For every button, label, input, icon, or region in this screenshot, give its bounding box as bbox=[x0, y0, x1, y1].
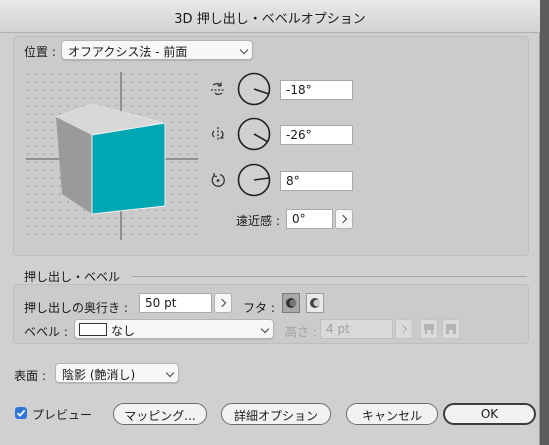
position-preset-select[interactable]: オフアクシス法 - 前面 bbox=[61, 40, 253, 60]
rotation-x-field[interactable]: -18° bbox=[280, 80, 353, 100]
rotation-y-field[interactable]: -26° bbox=[280, 125, 353, 145]
track-cube-preview[interactable] bbox=[26, 72, 198, 240]
cap-off-icon bbox=[310, 298, 321, 308]
bevel-swatch bbox=[79, 323, 107, 336]
section-divider bbox=[132, 276, 527, 277]
preview-checkbox[interactable] bbox=[15, 407, 27, 419]
rotate-x-axis-icon bbox=[211, 82, 225, 96]
perspective-field[interactable]: 0° bbox=[286, 209, 333, 229]
bevel-in-icon bbox=[424, 324, 434, 334]
rotate-z-axis-icon bbox=[211, 173, 225, 187]
perspective-popup-button[interactable] bbox=[335, 209, 353, 229]
cap-on-button[interactable] bbox=[282, 293, 300, 313]
perspective-label: 遠近感 : bbox=[236, 214, 280, 228]
bevel-out-icon bbox=[446, 324, 456, 334]
cap-off-button[interactable] bbox=[306, 293, 324, 313]
position-preset-value: オフアクシス法 - 前面 bbox=[68, 45, 188, 59]
bevel-height-field[interactable]: 4 pt bbox=[320, 319, 393, 339]
cube-front-face bbox=[91, 122, 166, 215]
bevel-extent-in-button[interactable] bbox=[420, 319, 438, 339]
surface-value: 陰影 (艶消し) bbox=[62, 368, 136, 382]
rotate-y-axis-icon bbox=[211, 127, 224, 141]
extrude-depth-field[interactable]: 50 pt bbox=[139, 293, 212, 313]
chevron-down-icon bbox=[239, 45, 249, 55]
rotation-z-dial[interactable] bbox=[237, 163, 271, 197]
chevron-down-icon bbox=[260, 324, 270, 334]
rotation-y-dial[interactable] bbox=[237, 117, 271, 151]
surface-label: 表面 : bbox=[14, 369, 46, 383]
extrude-depth-label: 押し出しの奥行き : bbox=[24, 301, 128, 315]
extrude-bevel-dialog: 3D 押し出し・ベベルオプション 位置 : オフアクシス法 - 前面 -18° bbox=[0, 0, 540, 445]
mapping-button[interactable]: マッピング... bbox=[113, 403, 207, 425]
bevel-height-label: 高さ : bbox=[285, 325, 317, 339]
chevron-right-icon bbox=[338, 214, 348, 224]
bevel-label: ベベル : bbox=[24, 325, 68, 339]
title-bar: 3D 押し出し・ベベルオプション bbox=[0, 0, 540, 33]
bevel-value: なし bbox=[111, 324, 136, 338]
chevron-down-icon bbox=[165, 368, 175, 378]
preview-label[interactable]: プレビュー bbox=[32, 406, 92, 423]
cap-label: フタ : bbox=[243, 301, 275, 315]
background-window-edge bbox=[540, 0, 549, 445]
cap-on-icon bbox=[286, 298, 297, 308]
surface-select[interactable]: 陰影 (艶消し) bbox=[55, 363, 179, 383]
more-options-button[interactable]: 詳細オプション bbox=[221, 403, 331, 425]
bevel-select[interactable]: なし bbox=[74, 319, 274, 339]
position-label: 位置 : bbox=[24, 45, 56, 59]
dialog-title: 3D 押し出し・ベベルオプション bbox=[174, 12, 366, 27]
chevron-right-icon bbox=[217, 298, 227, 308]
ok-button[interactable]: OK bbox=[443, 403, 536, 425]
bevel-height-popup-button[interactable] bbox=[395, 319, 413, 339]
rotation-z-field[interactable]: 8° bbox=[280, 171, 353, 191]
chevron-right-icon bbox=[398, 324, 408, 334]
rotation-x-dial[interactable] bbox=[237, 72, 271, 106]
bevel-extent-out-button[interactable] bbox=[442, 319, 460, 339]
checkmark-icon bbox=[16, 409, 26, 417]
extrude-depth-popup-button[interactable] bbox=[214, 293, 232, 313]
cancel-button[interactable]: キャンセル bbox=[346, 403, 438, 425]
extrude-bevel-section-title: 押し出し・ベベル bbox=[24, 270, 121, 284]
